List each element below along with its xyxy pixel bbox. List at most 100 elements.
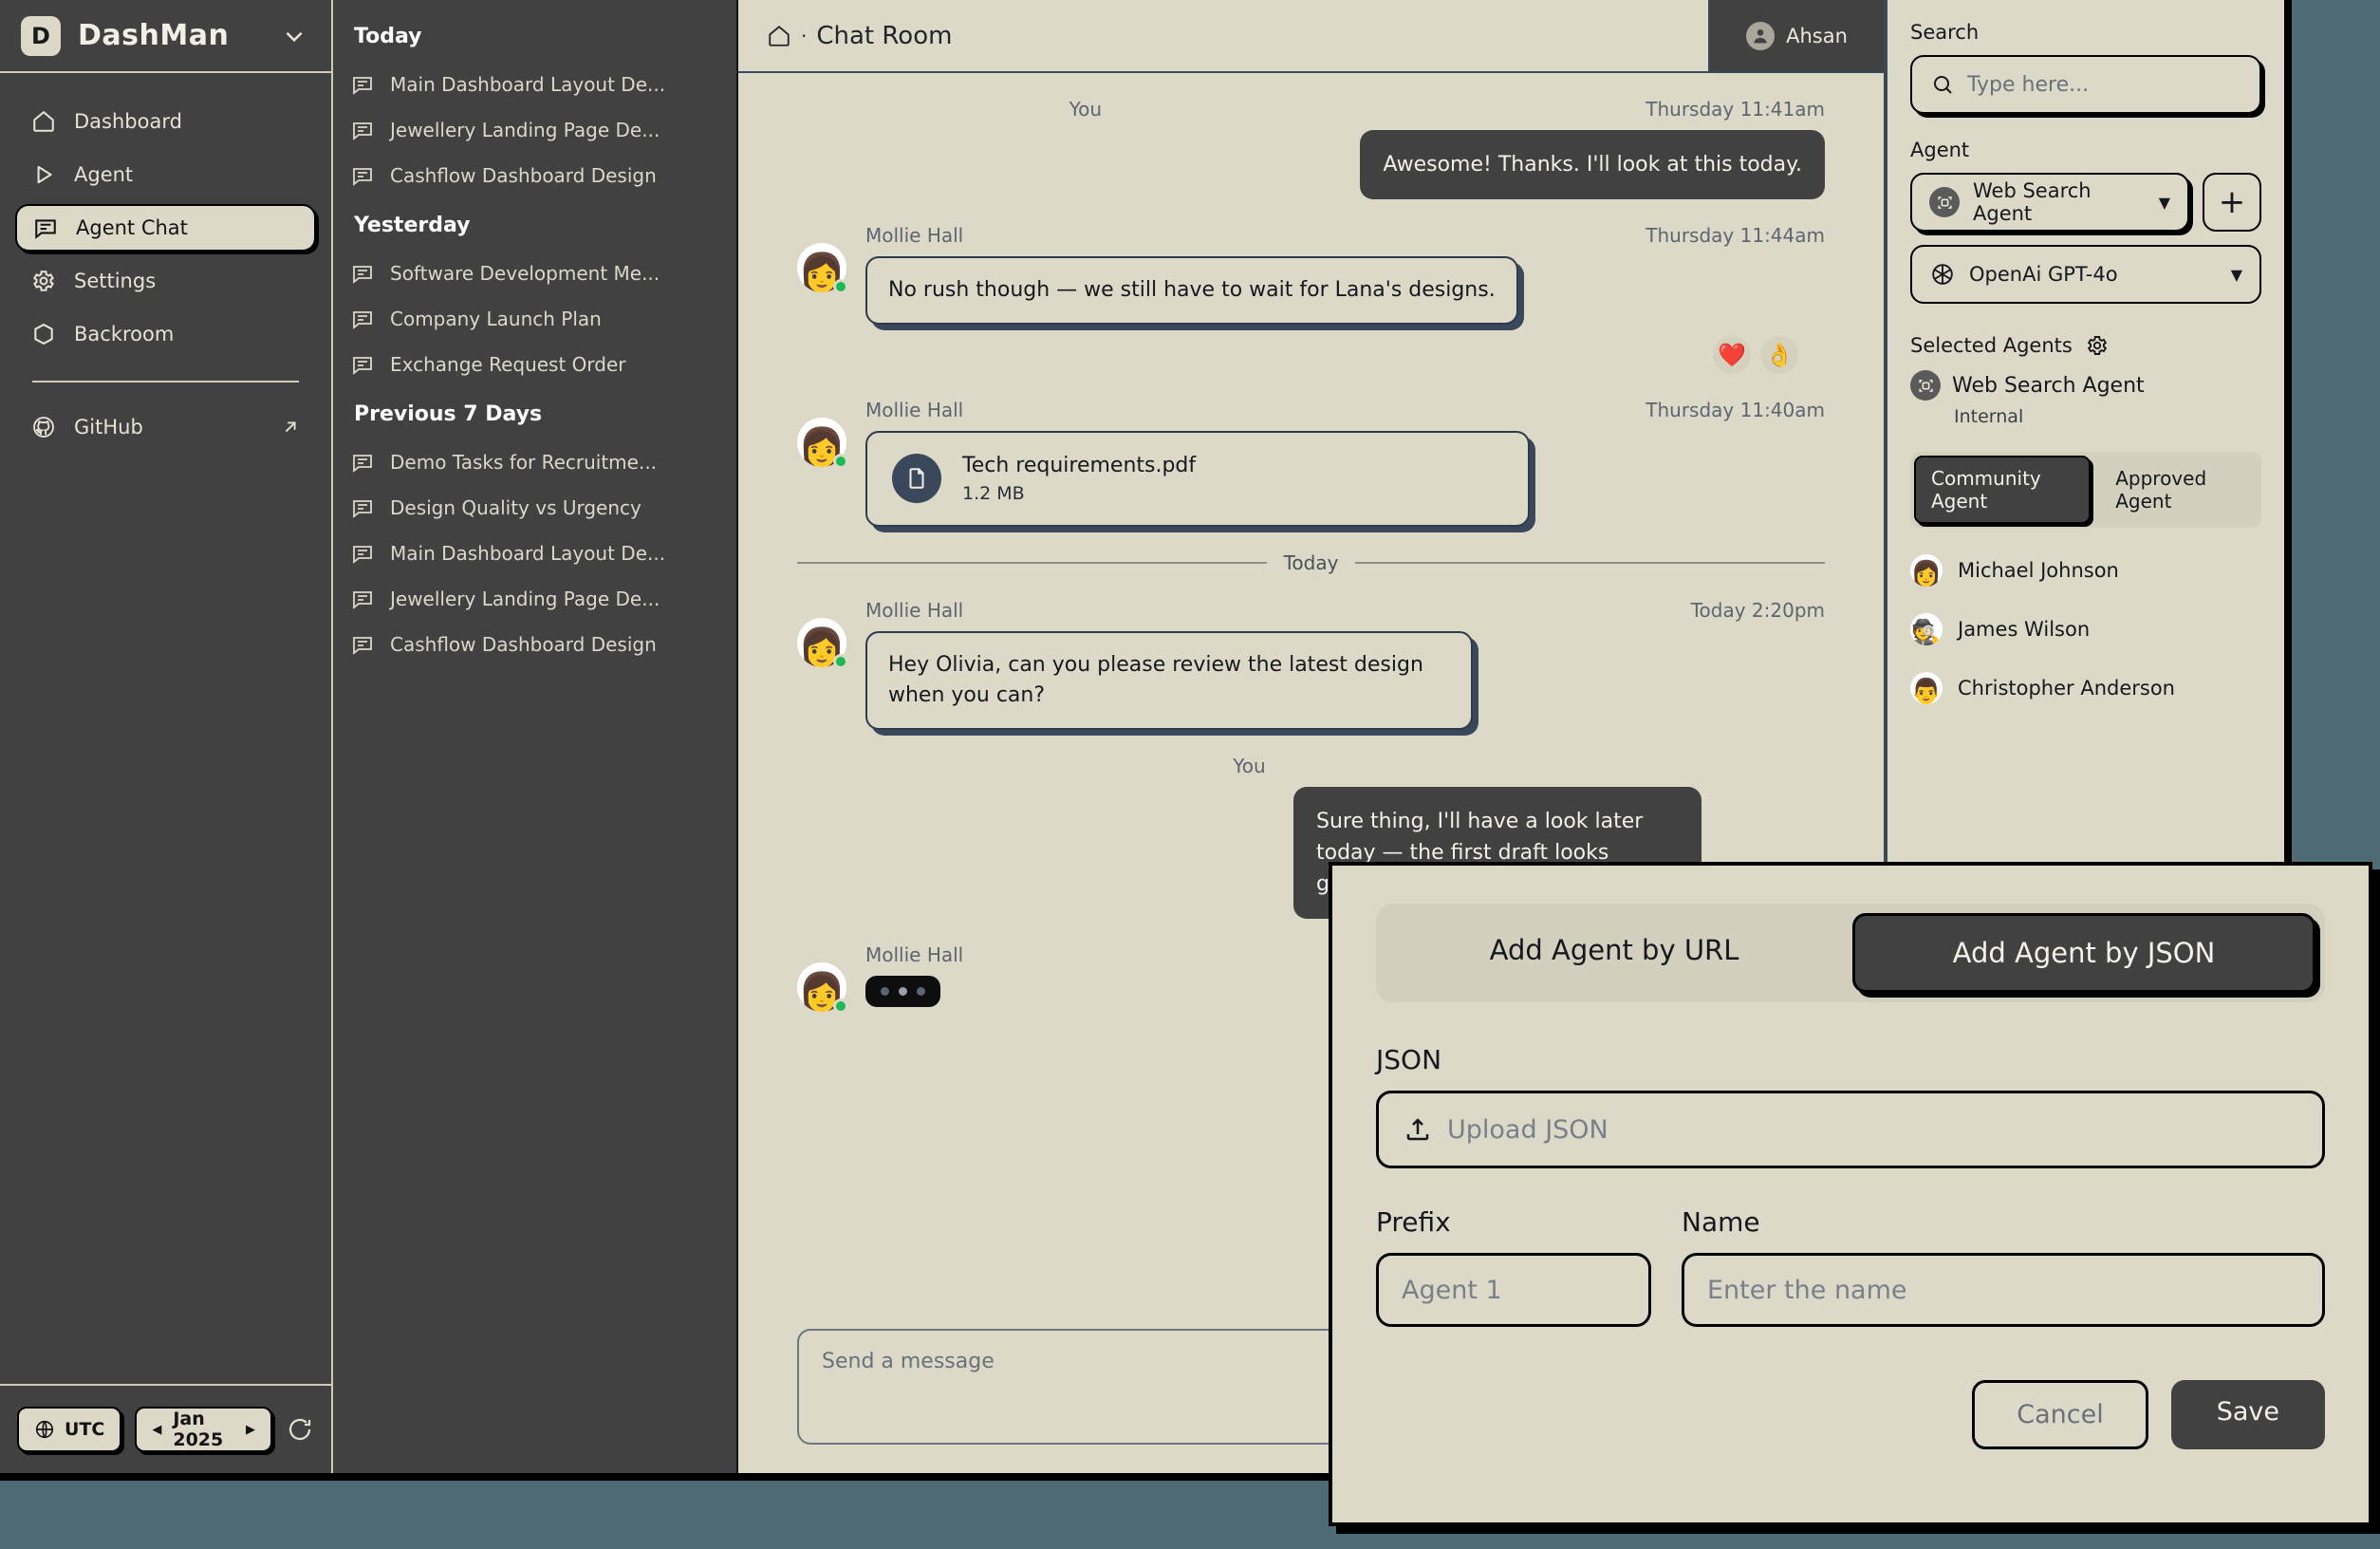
timezone-label: UTC: [65, 1419, 105, 1440]
list-item[interactable]: 👩 Michael Johnson: [1910, 554, 2261, 587]
sidebar-item-dashboard[interactable]: Dashboard: [15, 98, 316, 145]
chat-header: · Chat Room Ahsan: [738, 0, 1884, 73]
tab-community-agent[interactable]: Community Agent: [1914, 456, 2092, 524]
chevron-down-icon[interactable]: [282, 24, 307, 48]
list-item[interactable]: 🕵 James Wilson: [1910, 613, 2261, 645]
chat-bubble-icon: [350, 587, 375, 611]
agent-select-value: Web Search Agent: [1973, 179, 2092, 225]
list-item[interactable]: Cashflow Dashboard Design: [350, 624, 716, 665]
sidebar-item-github[interactable]: GitHub: [15, 403, 316, 451]
list-item-label: Jewellery Landing Page De...: [390, 119, 660, 141]
name-input[interactable]: Enter the name: [1682, 1253, 2325, 1327]
search-input[interactable]: Type here...: [1910, 55, 2261, 114]
prefix-input[interactable]: Agent 1: [1376, 1253, 1651, 1327]
chat-bubble-icon: [350, 72, 375, 97]
avatar: 👩: [797, 599, 848, 669]
day-divider: Today: [797, 551, 1825, 574]
list-item-label: Demo Tasks for Recruitme...: [390, 451, 658, 474]
home-icon[interactable]: [767, 24, 791, 48]
message-bubble: Hey Olivia, can you please review the la…: [865, 630, 1473, 730]
sidebar-item-label: Agent: [74, 163, 134, 186]
selected-agents-header: Selected Agents: [1910, 334, 2261, 357]
avatar: 👩: [797, 399, 848, 469]
add-agent-button[interactable]: +: [2203, 173, 2261, 232]
list-item[interactable]: Software Development Me...: [350, 252, 716, 294]
message-sender: Mollie Hall: [865, 398, 964, 421]
selected-agent-item[interactable]: Web Search Agent: [1910, 370, 2261, 401]
list-item-label: Main Dashboard Layout De...: [390, 542, 666, 565]
message-sender: Mollie Hall: [865, 598, 964, 622]
gear-icon[interactable]: [2086, 334, 2109, 357]
list-item[interactable]: Jewellery Landing Page De...: [350, 109, 716, 151]
chat-bubble-icon: [350, 163, 375, 188]
sidebar-item-agent[interactable]: Agent: [15, 151, 316, 198]
tab-approved-agent[interactable]: Approved Agent: [2100, 457, 2258, 522]
conversation-list[interactable]: Today Main Dashboard Layout De... Jewell…: [333, 0, 738, 1473]
document-icon: [892, 454, 941, 504]
caret-down-icon[interactable]: ▼: [2231, 266, 2242, 284]
agent-icon: [1910, 370, 1941, 401]
upload-json-dropzone[interactable]: Upload JSON: [1376, 1091, 2325, 1168]
avatar: 🕵: [1910, 613, 1943, 645]
file-size: 1.2 MB: [962, 482, 1025, 504]
tab-add-agent-by-url[interactable]: Add Agent by URL: [1385, 913, 1843, 993]
agent-label: Agent: [1910, 139, 1970, 161]
reaction-bar[interactable]: ❤️ 👌: [865, 335, 1825, 374]
list-item[interactable]: Main Dashboard Layout De...: [350, 64, 716, 105]
brand-header[interactable]: D DashMan: [0, 0, 331, 73]
agent-select[interactable]: Web Search Agent ▼: [1910, 173, 2189, 232]
list-item-label: Design Quality vs Urgency: [390, 496, 641, 519]
openai-icon: [1929, 261, 1956, 288]
list-item[interactable]: Main Dashboard Layout De...: [350, 532, 716, 574]
sidebar-item-label: Backroom: [74, 323, 175, 345]
upload-placeholder: Upload JSON: [1447, 1114, 1608, 1145]
file-attachment[interactable]: Tech requirements.pdf 1.2 MB: [865, 430, 1530, 527]
timezone-button[interactable]: UTC: [17, 1407, 122, 1452]
triangle-left-icon[interactable]: ◀: [152, 1423, 161, 1437]
person-name: James Wilson: [1958, 618, 2091, 641]
list-item[interactable]: Jewellery Landing Page De...: [350, 578, 716, 620]
date-stepper[interactable]: ◀ Jan 2025 ▶: [135, 1407, 272, 1452]
list-item-label: Cashflow Dashboard Design: [390, 164, 657, 187]
chat-group-title: Previous 7 Days: [354, 402, 543, 426]
list-item[interactable]: Cashflow Dashboard Design: [350, 155, 716, 196]
sidebar-item-settings[interactable]: Settings: [15, 257, 316, 305]
message-sender: Mollie Hall: [865, 224, 964, 247]
reaction-heart-icon[interactable]: ❤️: [1713, 335, 1751, 374]
chat-group-title: Yesterday: [354, 214, 471, 237]
list-item[interactable]: 👨 Christopher Anderson: [1910, 672, 2261, 704]
presence-indicator: [833, 653, 848, 669]
avatar: 👨: [1910, 672, 1943, 704]
search-placeholder: Type here...: [1967, 72, 2090, 97]
list-item[interactable]: Demo Tasks for Recruitme...: [350, 441, 716, 483]
user-menu[interactable]: Ahsan: [1708, 0, 1884, 71]
sidebar-item-label: GitHub: [74, 416, 143, 439]
sidebar-item-label: Settings: [74, 270, 157, 292]
chat-bubble-icon: [350, 495, 375, 520]
brand-name: DashMan: [78, 19, 230, 52]
search-label: Search: [1910, 21, 1980, 44]
cancel-button[interactable]: Cancel: [1972, 1380, 2148, 1449]
reaction-ok-hand-icon[interactable]: 👌: [1760, 335, 1798, 374]
list-item-label: Cashflow Dashboard Design: [390, 633, 657, 656]
triangle-right-icon[interactable]: ▶: [246, 1423, 255, 1437]
list-item[interactable]: Company Launch Plan: [350, 298, 716, 340]
sidebar-item-backroom[interactable]: Backroom: [15, 310, 316, 358]
tab-add-agent-by-json[interactable]: Add Agent by JSON: [1852, 913, 2315, 993]
list-item[interactable]: Design Quality vs Urgency: [350, 487, 716, 529]
search-icon: [1931, 73, 1954, 96]
brand-logo: D: [21, 15, 61, 56]
sidebar-nav: Dashboard Agent Agent Chat Settings Back…: [0, 73, 331, 457]
sidebar-item-label: Dashboard: [74, 110, 182, 133]
list-item[interactable]: Exchange Request Order: [350, 344, 716, 385]
person-name: Christopher Anderson: [1958, 677, 2175, 700]
cube-icon: [30, 321, 57, 347]
refresh-icon[interactable]: [286, 1415, 314, 1444]
typing-indicator: [865, 975, 940, 1007]
typing-dot: [899, 986, 907, 996]
save-button[interactable]: Save: [2170, 1380, 2325, 1449]
sidebar-item-agent-chat[interactable]: Agent Chat: [15, 204, 316, 252]
model-select[interactable]: OpenAi GPT-4o ▼: [1910, 245, 2261, 304]
caret-down-icon[interactable]: ▼: [2159, 194, 2170, 212]
